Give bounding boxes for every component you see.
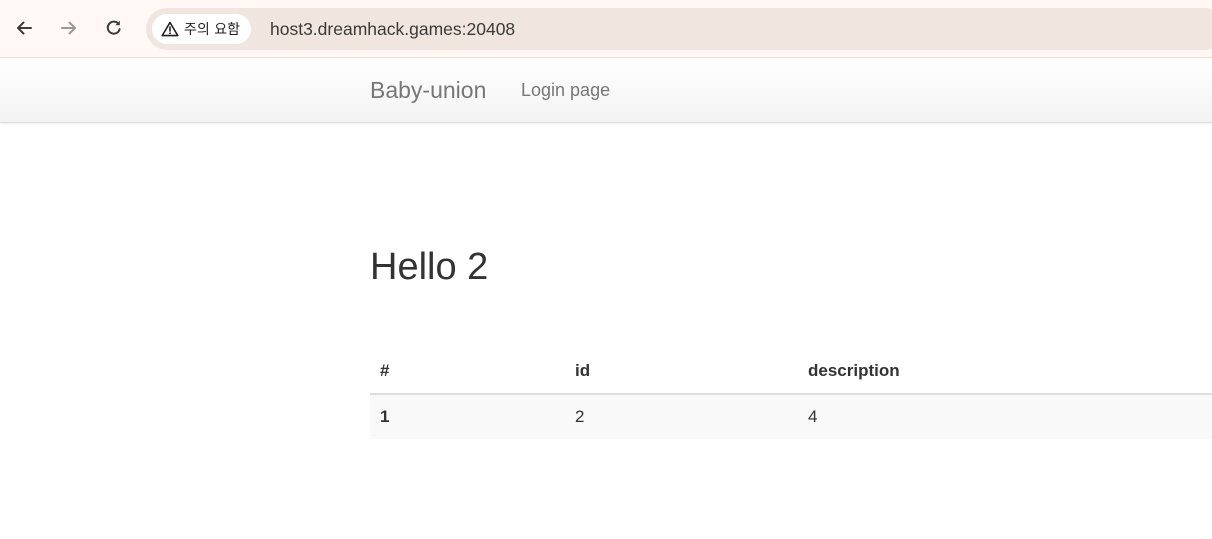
- page-title: Hello 2: [370, 246, 489, 288]
- forward-arrow-icon: [61, 21, 76, 35]
- reload-icon: [106, 20, 121, 35]
- browser-toolbar: 주의 요함 host3.dreamhack.games:20408: [0, 0, 1212, 58]
- nav-link-login[interactable]: Login page: [521, 58, 610, 122]
- warning-triangle-icon: [161, 21, 179, 37]
- table-row: 1 2 4: [370, 393, 1212, 439]
- navbar-brand[interactable]: Baby-union: [370, 58, 486, 122]
- security-label: 주의 요함: [184, 22, 240, 38]
- column-header-id: id: [565, 348, 798, 395]
- cell-description: 4: [798, 393, 1212, 439]
- security-status-chip[interactable]: 주의 요함: [152, 14, 251, 44]
- column-header-description: description: [798, 348, 1212, 395]
- site-navbar: Baby-union Login page: [0, 58, 1212, 123]
- table-header-row: # id description: [370, 348, 1212, 395]
- back-button[interactable]: [10, 14, 38, 42]
- column-header-number: #: [370, 348, 565, 395]
- url-text[interactable]: host3.dreamhack.games:20408: [270, 8, 515, 50]
- forward-button[interactable]: [55, 14, 83, 42]
- cell-number: 1: [370, 393, 565, 439]
- reload-button[interactable]: [100, 14, 128, 42]
- results-table: # id description 1 2 4: [370, 348, 1212, 439]
- cell-id: 2: [565, 393, 798, 439]
- address-bar[interactable]: 주의 요함 host3.dreamhack.games:20408: [146, 8, 1212, 50]
- back-arrow-icon: [17, 21, 32, 35]
